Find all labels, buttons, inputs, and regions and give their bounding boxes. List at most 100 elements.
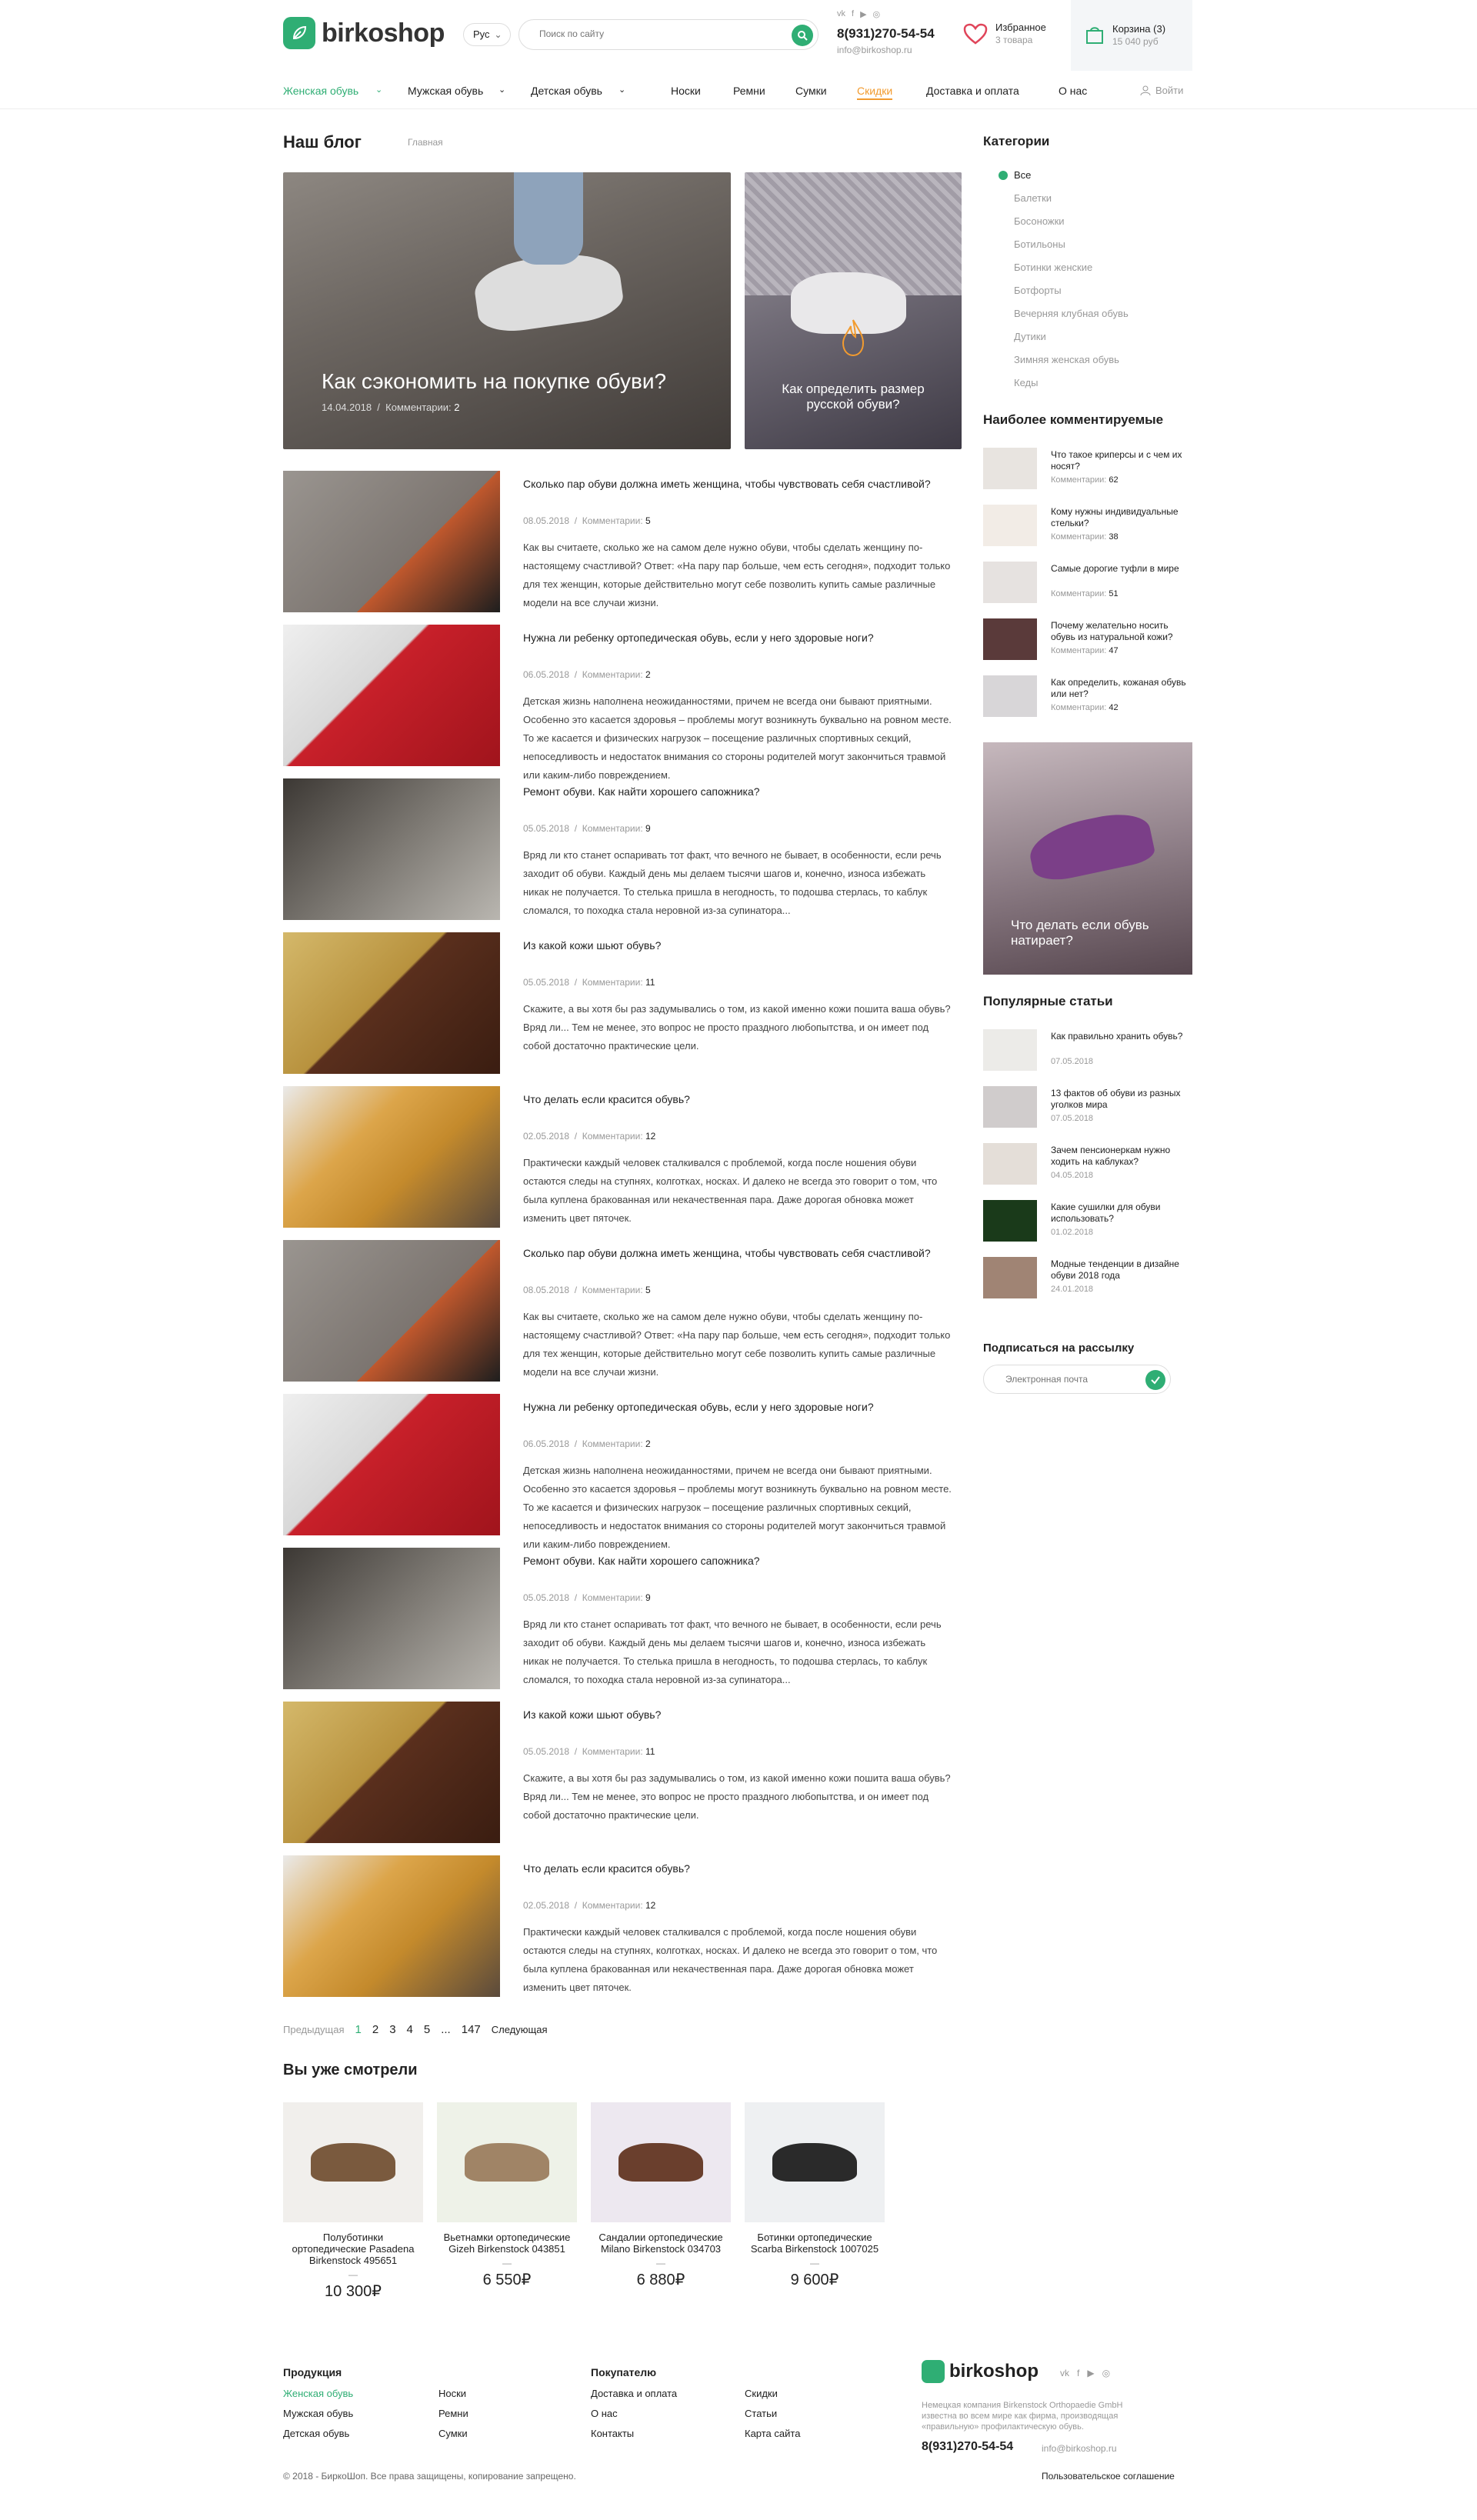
article-thumbnail[interactable]	[983, 505, 1037, 546]
pager-page[interactable]: 3	[389, 2023, 395, 2036]
nav-men-shoes[interactable]: Мужская обувь	[408, 85, 483, 97]
footer-link[interactable]: Мужская обувь	[283, 2408, 353, 2419]
popular-article[interactable]: Зачем пенсионеркам нужно ходить на каблу…	[983, 1143, 1192, 1185]
nav-women-shoes[interactable]: Женская обувь	[283, 85, 358, 97]
article-thumbnail[interactable]	[983, 448, 1037, 489]
article-title[interactable]: Как определить, кожаная обувь или нет?	[1051, 677, 1192, 700]
nav-belts[interactable]: Ремни	[733, 85, 765, 97]
pager-page[interactable]: 2	[372, 2023, 378, 2036]
most-commented-item[interactable]: Кому нужны индивидуальные стельки? Коммен…	[983, 505, 1192, 546]
pager-page[interactable]: 1	[355, 2023, 362, 2036]
product-card[interactable]: Полуботинки ортопедические Pasadena Birk…	[283, 2102, 423, 2301]
post-thumbnail[interactable]	[283, 932, 500, 1074]
nav-bags[interactable]: Сумки	[795, 85, 827, 97]
breadcrumb[interactable]: Главная	[408, 137, 443, 148]
instagram-icon[interactable]: ◎	[1102, 2368, 1110, 2378]
pager-prev[interactable]: Предыдущая	[283, 2024, 345, 2035]
footer-link[interactable]: Носки	[438, 2388, 466, 2399]
footer-link[interactable]: Женская обувь	[283, 2388, 353, 2399]
post-title[interactable]: Что делать если красится обувь?	[523, 1092, 954, 1107]
popular-article[interactable]: Модные тенденции в дизайне обуви 2018 го…	[983, 1257, 1192, 1298]
popular-article[interactable]: 13 фактов об обуви из разных уголков мир…	[983, 1086, 1192, 1128]
category-link[interactable]: Дутики	[1014, 331, 1046, 342]
article-title[interactable]: Как правильно хранить обувь?	[1051, 1031, 1192, 1042]
post-title[interactable]: Ремонт обуви. Как найти хорошего сапожни…	[523, 785, 954, 799]
product-card[interactable]: Ботинки ортопедические Scarba Birkenstoc…	[745, 2102, 885, 2289]
vk-icon[interactable]: vk	[837, 9, 845, 19]
article-title[interactable]: Кому нужны индивидуальные стельки?	[1051, 506, 1192, 529]
footer-policy-link[interactable]: Пользовательское соглашение	[1042, 2471, 1175, 2482]
footer-link[interactable]: Доставка и оплата	[591, 2388, 677, 2399]
post-thumbnail[interactable]	[283, 1394, 500, 1535]
article-thumbnail[interactable]	[983, 1200, 1037, 1242]
pager-page[interactable]: 5	[424, 2023, 430, 2036]
most-commented-item[interactable]: Что такое криперсы и с чем их носят? Комм…	[983, 448, 1192, 489]
post-title[interactable]: Из какой кожи шьют обувь?	[523, 938, 954, 953]
footer-email[interactable]: info@birkoshop.ru	[1042, 2443, 1117, 2454]
product-card[interactable]: Сандалии ортопедические Milano Birkensto…	[591, 2102, 731, 2289]
post-thumbnail[interactable]	[283, 1086, 500, 1228]
blog-post[interactable]: Сколько пар обуви должна иметь женщина, …	[283, 1240, 962, 1382]
blog-post[interactable]: Нужна ли ребенку ортопедическая обувь, е…	[283, 1394, 962, 1550]
product-card[interactable]: Вьетнамки ортопедические Gizeh Birkensto…	[437, 2102, 577, 2289]
product-name[interactable]: Ботинки ортопедические Scarba Birkenstoc…	[745, 2232, 885, 2255]
nav-sale[interactable]: Скидки	[857, 85, 893, 100]
article-title[interactable]: Какие сушилки для обуви использовать?	[1051, 1202, 1192, 1225]
category-link[interactable]: Зимняя женская обувь	[1014, 354, 1119, 365]
product-image[interactable]	[437, 2102, 577, 2222]
footer-link[interactable]: Ремни	[438, 2408, 468, 2419]
cart-button[interactable]: Корзина (3) 15 040 руб	[1071, 0, 1192, 71]
header-email[interactable]: info@birkoshop.ru	[837, 45, 912, 55]
footer-link[interactable]: Контакты	[591, 2428, 634, 2439]
favorites-button[interactable]: Избранное 3 товара	[963, 22, 1046, 46]
footer-link[interactable]: Сумки	[438, 2428, 468, 2439]
pager-next[interactable]: Следующая	[492, 2024, 548, 2035]
pager-page[interactable]: 147	[462, 2023, 481, 2036]
category-link[interactable]: Вечерняя клубная обувь	[1014, 308, 1129, 319]
product-image[interactable]	[591, 2102, 731, 2222]
blog-post[interactable]: Нужна ли ребенку ортопедическая обувь, е…	[283, 625, 962, 781]
popular-article[interactable]: Как правильно хранить обувь? 07.05.2018	[983, 1029, 1192, 1071]
most-commented-item[interactable]: Почему желательно носить обувь из натура…	[983, 618, 1192, 660]
pager-page[interactable]: 4	[407, 2023, 413, 2036]
footer-logo[interactable]: birkoshop	[922, 2360, 1039, 2383]
footer-phone[interactable]: 8(931)270-54-54	[922, 2440, 1013, 2454]
post-title[interactable]: Что делать если красится обувь?	[523, 1862, 954, 1876]
vk-icon[interactable]: vk	[1060, 2368, 1069, 2378]
login-button[interactable]: Войти	[1140, 85, 1183, 96]
category-link[interactable]: Балетки	[1014, 192, 1052, 204]
post-thumbnail[interactable]	[283, 778, 500, 920]
article-title[interactable]: 13 фактов об обуви из разных уголков мир…	[1051, 1088, 1192, 1111]
product-image[interactable]	[283, 2102, 423, 2222]
blog-post[interactable]: Из какой кожи шьют обувь? 05.05.2018 / Ко…	[283, 1702, 962, 1843]
blog-post[interactable]: Ремонт обуви. Как найти хорошего сапожни…	[283, 778, 962, 920]
product-image[interactable]	[745, 2102, 885, 2222]
category-link[interactable]: Кеды	[1014, 377, 1038, 388]
header-phone[interactable]: 8(931)270-54-54	[837, 26, 935, 42]
article-thumbnail[interactable]	[983, 562, 1037, 603]
subscribe-button[interactable]	[1145, 1370, 1165, 1390]
logo[interactable]: birkoshop	[283, 17, 445, 49]
product-name[interactable]: Сандалии ортопедические Milano Birkensto…	[591, 2232, 731, 2255]
product-name[interactable]: Полуботинки ортопедические Pasadena Birk…	[283, 2232, 423, 2266]
nav-kids-shoes[interactable]: Детская обувь	[531, 85, 602, 97]
category-link[interactable]: Ботфорты	[1014, 285, 1062, 296]
featured-post-small[interactable]: Как определить размер русской обуви?	[745, 172, 962, 449]
post-title[interactable]: Из какой кожи шьют обувь?	[523, 1708, 954, 1722]
post-thumbnail[interactable]	[283, 1240, 500, 1382]
popular-article[interactable]: Какие сушилки для обуви использовать? 01.…	[983, 1200, 1192, 1242]
category-link[interactable]: Все	[1014, 169, 1031, 181]
footer-link[interactable]: Карта сайта	[745, 2428, 800, 2439]
product-name[interactable]: Вьетнамки ортопедические Gizeh Birkensto…	[437, 2232, 577, 2255]
subscribe-email-input[interactable]	[1005, 1374, 1144, 1385]
most-commented-item[interactable]: Как определить, кожаная обувь или нет? Ко…	[983, 675, 1192, 717]
facebook-icon[interactable]: f	[852, 9, 854, 19]
most-commented-item[interactable]: Самые дорогие туфли в мире Комментарии: 5…	[983, 562, 1192, 603]
article-thumbnail[interactable]	[983, 618, 1037, 660]
post-thumbnail[interactable]	[283, 1855, 500, 1997]
footer-link[interactable]: О нас	[591, 2408, 618, 2419]
blog-post[interactable]: Ремонт обуви. Как найти хорошего сапожни…	[283, 1548, 962, 1689]
blog-post[interactable]: Из какой кожи шьют обувь? 05.05.2018 / Ко…	[283, 932, 962, 1074]
featured-post-large[interactable]: Как сэкономить на покупке обуви? 14.04.2…	[283, 172, 731, 449]
post-title[interactable]: Сколько пар обуви должна иметь женщина, …	[523, 477, 954, 492]
